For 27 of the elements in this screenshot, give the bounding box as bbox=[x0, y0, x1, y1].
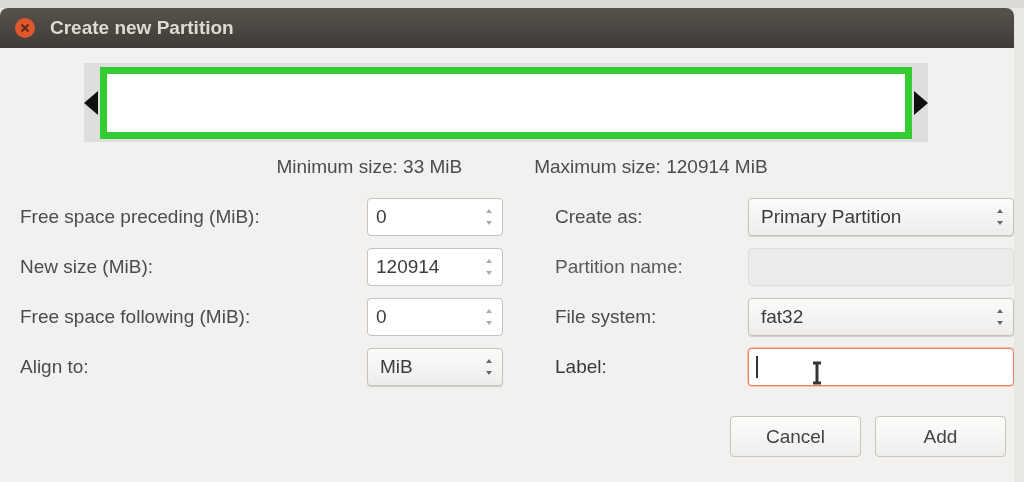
field-label: Create as: bbox=[555, 206, 644, 228]
close-icon[interactable] bbox=[14, 17, 36, 39]
field-value: 0 bbox=[376, 206, 387, 228]
right-handle-icon[interactable] bbox=[914, 91, 928, 115]
spin-field[interactable]: 120914 bbox=[367, 248, 503, 286]
add-button[interactable]: Add bbox=[875, 416, 1006, 457]
spin-field[interactable]: 0 bbox=[367, 298, 503, 336]
window-title: Create new Partition bbox=[50, 17, 234, 39]
minimum-size: Minimum size: 33 MiB bbox=[276, 156, 463, 178]
left-handle-icon[interactable] bbox=[84, 91, 98, 115]
field-value: 0 bbox=[376, 306, 387, 328]
text-cursor-icon bbox=[811, 361, 823, 385]
dropdown[interactable]: Primary Partition bbox=[748, 198, 1014, 236]
text-field[interactable] bbox=[748, 348, 1014, 386]
field-label: Partition name: bbox=[555, 256, 684, 278]
field-label: Align to: bbox=[20, 356, 90, 378]
field-label: Free space preceding (MiB): bbox=[20, 206, 261, 228]
field-label: File system: bbox=[555, 306, 658, 328]
field-label: Label: bbox=[555, 356, 608, 378]
spin-field[interactable]: 0 bbox=[367, 198, 503, 236]
dropdown[interactable]: fat32 bbox=[748, 298, 1014, 336]
dropdown[interactable]: MiB bbox=[367, 348, 503, 386]
field-label: New size (MiB): bbox=[20, 256, 154, 278]
field-label: Free space following (MiB): bbox=[20, 306, 252, 328]
maximum-size: Maximum size: 120914 MiB bbox=[534, 156, 768, 178]
cancel-button[interactable]: Cancel bbox=[730, 416, 861, 457]
field-value: 120914 bbox=[376, 256, 440, 278]
